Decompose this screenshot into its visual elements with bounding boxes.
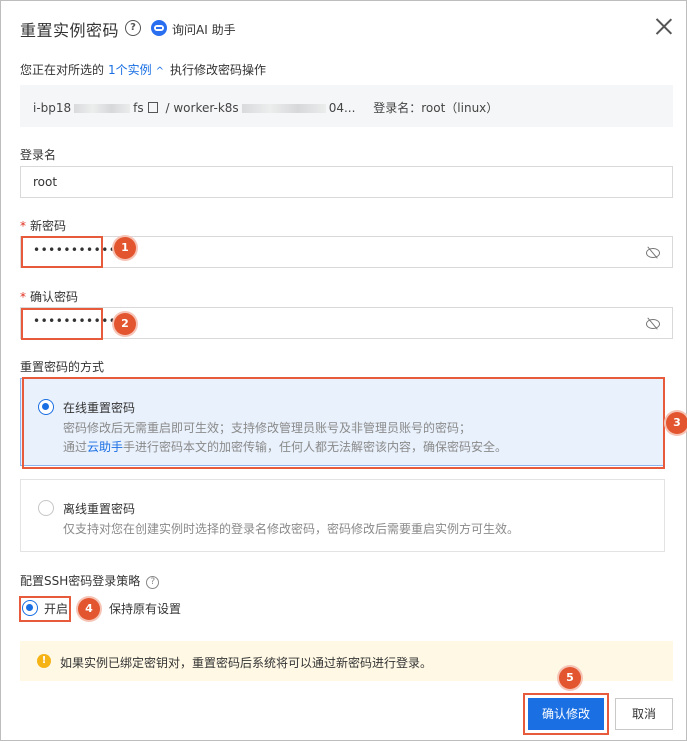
instance-name-start: worker-k8s [173, 101, 239, 115]
eye-off-icon[interactable] [646, 317, 660, 329]
intro-suffix: 执行修改密码操作 [170, 63, 267, 77]
ssh-keep-label[interactable]: 保持原有设置 [109, 600, 181, 617]
highlight-box-confirm-password [21, 308, 103, 340]
step-badge-4: 4 [78, 598, 100, 620]
notice-text: 如果实例已绑定密钥对，重置密码后系统将可以通过新密码进行登录。 [60, 656, 433, 670]
instance-name-end: 04... [328, 101, 356, 115]
ssh-policy-label-text: 配置SSH密码登录策略 [20, 574, 141, 588]
offline-reset-desc: 仅支持对您在创建实例时选择的登录名修改密码，密码修改后需要重启实例方可生效。 [63, 522, 520, 536]
ssh-policy-label: 配置SSH密码登录策略? [20, 572, 160, 589]
new-password-label: * 新密码 [20, 217, 66, 234]
highlight-box-ssh-enable [19, 596, 71, 622]
instance-count-link[interactable]: 1个实例 [108, 63, 152, 77]
offline-reset-title: 离线重置密码 [63, 502, 136, 516]
required-mark: * [20, 219, 26, 233]
login-name-label: 登录名 [20, 148, 57, 162]
step-badge-5: 5 [559, 667, 581, 689]
highlight-box-online-reset [22, 377, 665, 469]
close-icon[interactable] [655, 17, 673, 35]
confirm-password-label-text: 确认密码 [30, 290, 79, 304]
option-offline-reset[interactable]: 离线重置密码 仅支持对您在创建实例时选择的登录名修改密码，密码修改后需要重启实例… [20, 479, 665, 552]
step-badge-2: 2 [114, 313, 136, 335]
instance-line: i-bp18 fs / worker-k8s 04... 登录名：root（linu… [33, 99, 498, 116]
instance-summary: i-bp18 fs / worker-k8s 04... 登录名：root（linu… [20, 85, 673, 127]
help-icon[interactable]: ? [125, 20, 141, 36]
new-password-label-text: 新密码 [30, 219, 67, 233]
eye-off-icon[interactable] [646, 246, 660, 258]
help-icon[interactable]: ? [146, 576, 160, 589]
intro-prefix: 您正在对所选的 [20, 63, 105, 77]
chevron-up-icon[interactable]: ^ [156, 66, 164, 77]
highlight-box-confirm [523, 693, 609, 735]
warning-icon: ! [37, 654, 51, 668]
instance-login-info: 登录名：root（linux） [373, 101, 499, 115]
reset-password-dialog: 重置实例密码 ? 询问AI 助手 您正在对所选的 1个实例 ^ 执行修改密码操作 i-… [0, 0, 687, 741]
login-name-value: root [33, 175, 58, 189]
copy-icon[interactable] [147, 102, 158, 113]
offline-reset-radio[interactable] [38, 500, 54, 516]
instance-id-end: fs [133, 101, 144, 115]
instance-id-start: i-bp18 [33, 101, 72, 115]
ai-assistant-link[interactable]: 询问AI 助手 [172, 21, 236, 38]
confirm-password-label: * 确认密码 [20, 288, 78, 305]
selection-intro: 您正在对所选的 1个实例 ^ 执行修改密码操作 [20, 61, 266, 78]
step-badge-1: 1 [114, 237, 136, 259]
dialog-title: 重置实例密码 [20, 21, 120, 40]
redacted-id [74, 104, 131, 113]
required-mark: * [20, 290, 26, 304]
login-name-field[interactable]: root [20, 166, 673, 198]
instance-separator: / [165, 101, 170, 115]
reset-method-label: 重置密码的方式 [20, 360, 105, 374]
step-badge-3: 3 [666, 412, 687, 434]
ai-assistant-icon[interactable] [151, 20, 167, 36]
highlight-box-new-password [21, 236, 103, 268]
cancel-button[interactable]: 取消 [615, 698, 673, 730]
redacted-name [241, 104, 326, 113]
